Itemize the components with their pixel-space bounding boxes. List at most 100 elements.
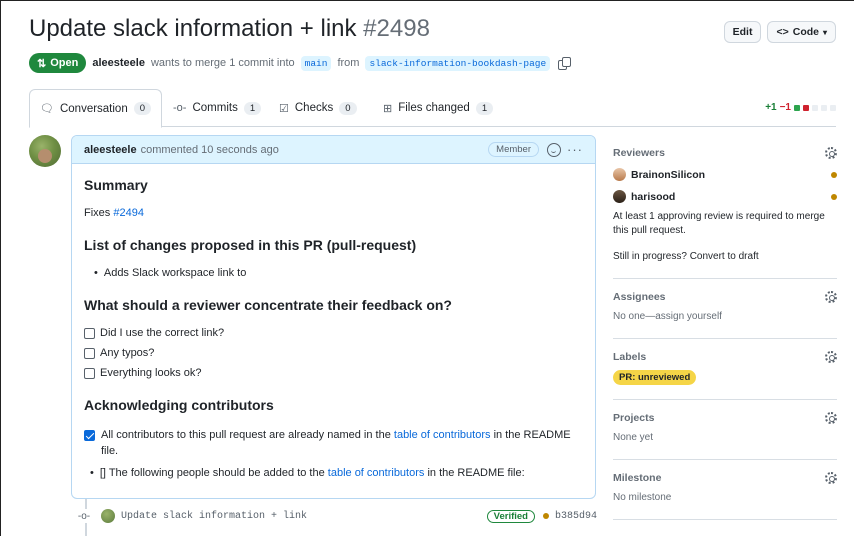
header-actions: Edit <> Code ▾ bbox=[723, 21, 836, 43]
code-button[interactable]: <> Code ▾ bbox=[767, 21, 836, 43]
list-item: • [] The following people should be adde… bbox=[90, 465, 583, 481]
contributors-link[interactable]: table of contributors bbox=[394, 429, 491, 441]
tab-counter: 1 bbox=[243, 101, 262, 115]
pull-request-page: Update slack information + link #2498 Ed… bbox=[0, 0, 854, 536]
reviewer-name: BrainonSilicon bbox=[631, 168, 706, 181]
changes-heading: List of changes proposed in this PR (pul… bbox=[84, 237, 417, 253]
avatar bbox=[613, 168, 626, 181]
labels-section: Labels PR: unreviewed bbox=[613, 339, 837, 400]
status-label: Open bbox=[50, 57, 79, 69]
reviewers-title[interactable]: Reviewers bbox=[613, 147, 837, 159]
commit-icon: -o- bbox=[77, 509, 91, 523]
chevron-down-icon: ▾ bbox=[822, 27, 827, 37]
task-label: Did I use the correct link? bbox=[100, 327, 225, 339]
smiley-icon[interactable] bbox=[547, 142, 561, 157]
comment-header: aleesteele commented 10 seconds ago Memb… bbox=[72, 136, 595, 164]
labels-title[interactable]: Labels bbox=[613, 351, 837, 363]
gear-icon[interactable] bbox=[825, 351, 837, 363]
projects-section: Projects None yet bbox=[613, 400, 837, 460]
comment-author[interactable]: aleesteele bbox=[84, 144, 137, 156]
tab-label: Files changed bbox=[398, 102, 470, 114]
diffstat-block bbox=[794, 104, 800, 111]
task-checkbox-checked[interactable] bbox=[84, 430, 95, 441]
milestone-title[interactable]: Milestone bbox=[613, 472, 837, 484]
task-label: Any typos? bbox=[100, 347, 155, 359]
tab-counter: 1 bbox=[475, 101, 494, 115]
tab-conversation[interactable]: 🗨 Conversation 0 bbox=[29, 89, 163, 128]
commit-message[interactable]: Update slack information + link bbox=[121, 511, 307, 522]
checklist-icon: ☑ bbox=[279, 102, 289, 115]
deletions-count: −1 bbox=[779, 102, 791, 113]
ack-text-1: All contributors to this pull request ar… bbox=[101, 429, 391, 441]
projects-title[interactable]: Projects bbox=[613, 412, 837, 424]
page-title: Update slack information + link #2498 bbox=[29, 15, 430, 43]
base-branch[interactable]: main bbox=[300, 55, 332, 71]
diffstat-block bbox=[830, 104, 836, 111]
convert-to-draft-link[interactable]: Still in progress? Convert to draft bbox=[613, 250, 837, 264]
comment-icon: 🗨 bbox=[40, 103, 54, 115]
task-item: All contributors to this pull request ar… bbox=[84, 427, 583, 459]
git-pull-request-icon: ⇅ bbox=[37, 57, 47, 70]
copy-icon[interactable] bbox=[558, 57, 572, 70]
file-diff-icon: ⊞ bbox=[383, 102, 393, 115]
status-badge: ⇅ Open bbox=[29, 53, 87, 73]
tab-counter: 0 bbox=[133, 102, 152, 115]
task-checkbox[interactable] bbox=[84, 347, 95, 359]
comment-box: aleesteele commented 10 seconds ago Memb… bbox=[71, 135, 596, 499]
task-label: Everything looks ok? bbox=[100, 367, 202, 379]
task-item: Everything looks ok? bbox=[84, 367, 583, 379]
assignees-section: Assignees No one—assign yourself bbox=[613, 279, 837, 339]
feedback-heading: What should a reviewer concentrate their… bbox=[84, 297, 452, 313]
member-badge: Member bbox=[488, 142, 539, 157]
contributors-link[interactable]: table of contributors bbox=[328, 467, 425, 479]
commit-row: -o- Update slack information + link Veri… bbox=[77, 505, 597, 527]
avatar[interactable] bbox=[29, 135, 61, 167]
label-badge[interactable]: PR: unreviewed bbox=[613, 370, 697, 385]
summary-heading: Summary bbox=[84, 177, 148, 193]
gear-icon[interactable] bbox=[825, 147, 837, 159]
fixes-line: Fixes #2494 bbox=[84, 207, 583, 219]
list-item-text: Adds Slack workspace link to bbox=[103, 267, 247, 279]
gear-icon[interactable] bbox=[825, 472, 837, 484]
tab-files-changed[interactable]: ⊞ Files changed 1 bbox=[373, 89, 503, 127]
edit-button[interactable]: Edit bbox=[723, 21, 762, 43]
tab-counter: 0 bbox=[339, 101, 357, 115]
pending-status-icon[interactable] bbox=[542, 513, 549, 519]
sidebar: Reviewers BrainonSilicon harisood At lea… bbox=[613, 135, 837, 520]
code-icon: <> bbox=[776, 26, 789, 38]
reviewer-item[interactable]: BrainonSilicon bbox=[613, 168, 837, 181]
gear-icon[interactable] bbox=[825, 412, 837, 424]
task-item: Any typos? bbox=[84, 347, 583, 359]
task-checkbox[interactable] bbox=[84, 367, 95, 379]
tab-commits[interactable]: -o- Commits 1 bbox=[163, 89, 271, 127]
author-link[interactable]: aleesteele bbox=[92, 57, 145, 69]
gear-icon[interactable] bbox=[825, 291, 837, 303]
assignees-text[interactable]: No one—assign yourself bbox=[613, 310, 837, 324]
diffstat: +1 −1 bbox=[765, 102, 836, 113]
tab-label: Conversation bbox=[59, 102, 128, 115]
comment-timestamp[interactable]: commented 10 seconds ago bbox=[141, 144, 279, 156]
merge-text-2: from bbox=[337, 57, 360, 69]
diffstat-block bbox=[812, 104, 818, 111]
tab-label: Checks bbox=[294, 102, 334, 114]
issue-link[interactable]: #2494 bbox=[113, 207, 144, 219]
tab-checks[interactable]: ☑ Checks 0 bbox=[269, 89, 367, 127]
bullet-dot: • bbox=[94, 267, 98, 279]
bullet-dot: • bbox=[90, 467, 94, 479]
reviewer-item[interactable]: harisood bbox=[613, 190, 837, 203]
commit-icon: -o- bbox=[173, 102, 187, 114]
kebab-icon[interactable]: ··· bbox=[567, 143, 583, 156]
edit-label: Edit bbox=[732, 26, 753, 38]
code-label: Code bbox=[792, 26, 819, 38]
pending-review-icon bbox=[831, 171, 837, 178]
assignees-title[interactable]: Assignees bbox=[613, 291, 837, 303]
commit-sha[interactable]: b385d94 bbox=[555, 511, 597, 522]
avatar[interactable] bbox=[101, 509, 115, 523]
pr-number: #2498 bbox=[363, 15, 430, 42]
verified-badge[interactable]: Verified bbox=[486, 509, 535, 523]
head-branch[interactable]: slack-information-bookdash-page bbox=[365, 55, 551, 71]
reviewers-section: Reviewers BrainonSilicon harisood At lea… bbox=[613, 135, 837, 279]
task-checkbox[interactable] bbox=[84, 327, 95, 339]
fixes-text: Fixes bbox=[84, 207, 111, 219]
review-note: At least 1 approving review is required … bbox=[613, 211, 825, 236]
